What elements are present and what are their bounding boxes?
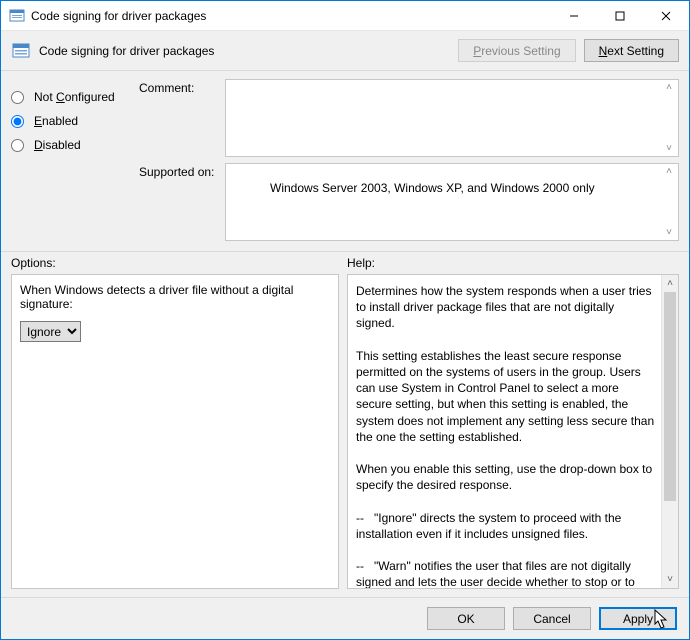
previous-setting-button: Previous Setting — [458, 39, 575, 62]
help-text: Determines how the system responds when … — [356, 283, 656, 589]
supported-label: Supported on: — [139, 163, 225, 241]
help-label: Help: — [347, 256, 375, 270]
state-radio-group: Not Configured Enabled Disabled — [11, 79, 131, 247]
options-panel: When Windows detects a driver file witho… — [11, 274, 339, 589]
app-icon — [9, 8, 25, 24]
subheader: Code signing for driver packages Previou… — [1, 31, 689, 71]
cancel-button[interactable]: Cancel — [513, 607, 591, 630]
next-setting-button[interactable]: Next Setting — [584, 39, 679, 62]
fields-column: Comment: ˄ ˅ Supported on: Windows Serve… — [139, 79, 679, 247]
titlebar: Code signing for driver packages — [1, 1, 689, 31]
signature-action-dropdown[interactable]: IgnoreWarnBlock — [20, 321, 81, 342]
radio-not-configured-input[interactable] — [11, 91, 24, 104]
scroll-up-icon[interactable]: ˄ — [662, 275, 678, 292]
top-area: Not Configured Enabled Disabled Comment:… — [1, 71, 689, 252]
scroll-track[interactable] — [662, 292, 678, 571]
split-panels: When Windows detects a driver file witho… — [1, 272, 689, 597]
minimize-button[interactable] — [551, 1, 597, 30]
radio-enabled[interactable]: Enabled — [11, 109, 131, 133]
radio-enabled-input[interactable] — [11, 115, 24, 128]
footer: OK Cancel Apply — [1, 597, 689, 639]
subheader-title: Code signing for driver packages — [39, 44, 450, 58]
chevron-up-icon[interactable]: ˄ — [662, 166, 676, 177]
scroll-thumb[interactable] — [664, 292, 676, 501]
supported-textbox: Windows Server 2003, Windows XP, and Win… — [225, 163, 679, 241]
dialog-window: Code signing for driver packages Code si… — [0, 0, 690, 640]
supported-row: Supported on: Windows Server 2003, Windo… — [139, 163, 679, 241]
maximize-button[interactable] — [597, 1, 643, 30]
comment-textbox[interactable]: ˄ ˅ — [225, 79, 679, 157]
help-panel: Determines how the system responds when … — [347, 274, 679, 589]
window-title: Code signing for driver packages — [31, 9, 551, 23]
options-prompt: When Windows detects a driver file witho… — [20, 283, 330, 311]
section-labels: Options: Help: — [1, 252, 689, 272]
chevron-down-icon[interactable]: ˅ — [662, 143, 676, 154]
radio-disabled-input[interactable] — [11, 139, 24, 152]
close-button[interactable] — [643, 1, 689, 30]
comment-row: Comment: ˄ ˅ — [139, 79, 679, 157]
help-scrollbar[interactable]: ˄ ˅ — [661, 275, 678, 588]
chevron-up-icon[interactable]: ˄ — [662, 82, 676, 93]
ok-button[interactable]: OK — [427, 607, 505, 630]
scroll-down-icon[interactable]: ˅ — [662, 571, 678, 588]
comment-label: Comment: — [139, 79, 225, 157]
window-controls — [551, 1, 689, 30]
apply-button[interactable]: Apply — [599, 607, 677, 630]
radio-disabled[interactable]: Disabled — [11, 133, 131, 157]
chevron-down-icon[interactable]: ˅ — [662, 227, 676, 238]
policy-icon — [11, 41, 31, 61]
options-label: Options: — [11, 256, 347, 270]
radio-not-configured[interactable]: Not Configured — [11, 85, 131, 109]
